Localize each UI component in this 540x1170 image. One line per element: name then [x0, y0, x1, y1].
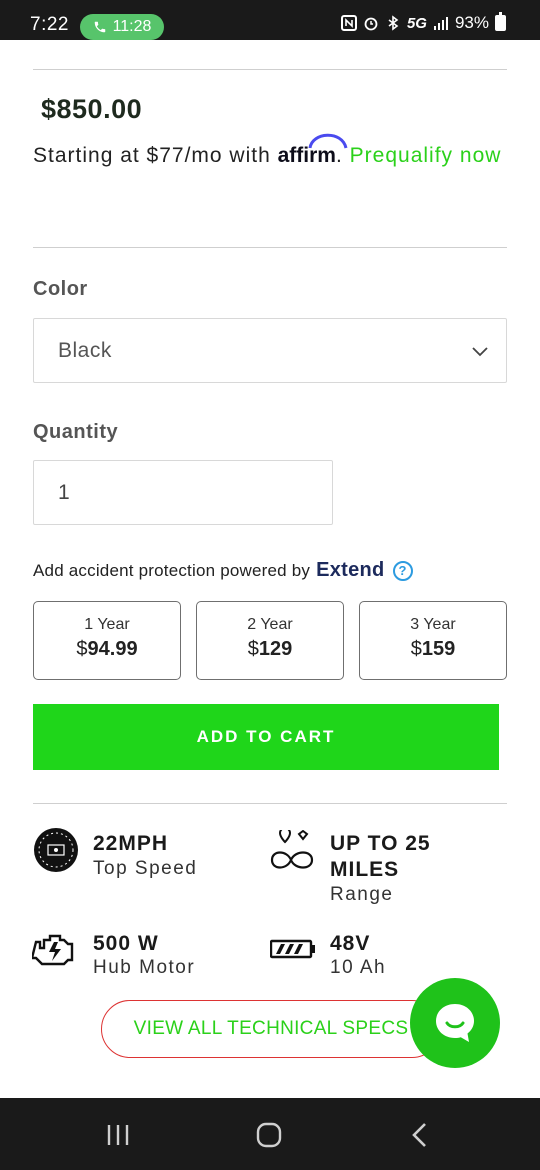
spec-title: UP TO 25 MILES [330, 832, 431, 881]
color-selected-value: Black [58, 339, 112, 362]
top-divider [33, 69, 507, 70]
spec-subtitle: Range [330, 884, 394, 905]
back-icon[interactable] [405, 1120, 435, 1150]
spec-subtitle: Top Speed [93, 858, 198, 879]
battery-icon [495, 12, 506, 31]
ongoing-call-pill[interactable]: 11:28 [80, 14, 164, 40]
color-select[interactable]: Black [33, 318, 507, 383]
nfc-icon [340, 15, 357, 31]
phone-icon [94, 21, 105, 33]
prequalify-link[interactable]: Prequalify now [350, 144, 502, 167]
view-all-specs-button[interactable]: VIEW ALL TECHNICAL SPECS [101, 1000, 441, 1058]
help-icon[interactable]: ? [392, 560, 413, 581]
affirm-arc-icon [308, 133, 348, 149]
status-time: 7:22 [30, 14, 69, 35]
plan-price: $94.99 [76, 638, 138, 660]
protection-intro-text: Add accident protection powered by [33, 560, 311, 580]
protection-intro: Add accident protection powered by Exten… [33, 559, 413, 582]
status-icons: 5G 93% [340, 12, 506, 33]
chevron-down-icon [472, 347, 488, 357]
plan-term: 1 Year [84, 616, 130, 633]
product-price: $850.00 [41, 94, 143, 124]
chat-bubble-icon [436, 1004, 474, 1042]
protection-plan-1-year[interactable]: 1 Year $94.99 [33, 601, 181, 680]
battery-icon [270, 939, 315, 959]
price-divider [33, 247, 507, 248]
system-nav-bar [0, 1098, 540, 1170]
add-to-cart-label: ADD TO CART [196, 727, 336, 746]
quantity-label: Quantity [33, 421, 119, 443]
plan-term: 3 Year [410, 616, 456, 633]
protection-plan-2-year[interactable]: 2 Year $129 [196, 601, 344, 680]
spec-subtitle: 10 Ah [330, 957, 387, 978]
status-bar: 7:22 11:28 5G 93% [0, 0, 540, 40]
plan-price: $129 [247, 638, 293, 660]
plan-price: $159 [410, 638, 456, 660]
plan-term: 2 Year [247, 616, 293, 633]
network-type: 5G [406, 14, 427, 32]
battery-percent: 93% [454, 13, 489, 32]
spec-subtitle: Hub Motor [93, 957, 196, 978]
spec-title: 48V [330, 932, 371, 955]
add-to-cart-button[interactable]: ADD TO CART [33, 704, 499, 770]
call-timer: 11:28 [112, 18, 152, 35]
financing-text: Starting at $77/mo with affirm. Prequali… [33, 133, 513, 176]
color-label: Color [33, 278, 88, 300]
spec-title: 22MPH [93, 832, 169, 855]
home-icon[interactable] [254, 1120, 284, 1150]
chat-button[interactable] [410, 978, 500, 1068]
bluetooth-icon [388, 15, 399, 31]
quantity-input[interactable]: 1 [33, 460, 333, 525]
quantity-value: 1 [58, 481, 70, 504]
route-icon [270, 830, 314, 869]
speedometer-icon [34, 828, 78, 872]
recent-apps-icon[interactable] [103, 1120, 133, 1150]
extend-logo: Extend [316, 559, 385, 581]
affirm-logo: affirm [278, 133, 348, 176]
view-all-specs-label: VIEW ALL TECHNICAL SPECS [133, 1018, 409, 1039]
spec-title: 500 W [93, 932, 159, 955]
engine-icon [32, 934, 74, 966]
signal-icon [433, 17, 448, 30]
specs-divider [33, 803, 507, 804]
alarm-icon [364, 17, 378, 31]
protection-plan-3-year[interactable]: 3 Year $159 [359, 601, 507, 680]
financing-prefix: Starting at $77/mo with [33, 144, 271, 167]
